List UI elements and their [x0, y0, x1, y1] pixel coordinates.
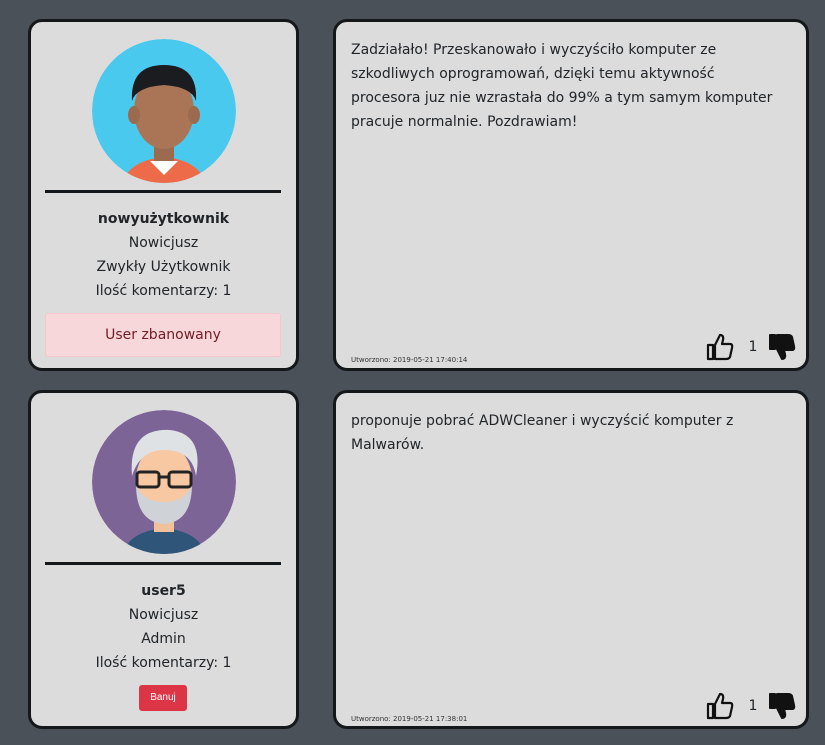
vote-count: 1 — [748, 698, 758, 714]
thumbs-up-icon[interactable] — [705, 332, 735, 362]
user-rank: Nowicjusz — [128, 607, 199, 623]
username: user5 — [141, 583, 186, 599]
comment-card: Zadziałało! Przeskanowało i wyczyściło k… — [333, 19, 809, 371]
divider — [45, 190, 281, 193]
user-card: user5 Nowicjusz Admin Ilość komentarzy: … — [28, 390, 299, 729]
user-rank: Nowicjusz — [128, 235, 199, 251]
divider — [45, 562, 281, 565]
comment-count: Ilość komentarzy: 1 — [95, 655, 232, 671]
user-role: Zwykły Użytkownik — [96, 259, 231, 275]
user-info: nowyużytkownik Nowicjusz Zwykły Użytkown… — [31, 207, 296, 303]
comment-count: Ilość komentarzy: 1 — [95, 283, 232, 299]
created-timestamp: Utworzono: 2019-05-21 17:38:01 — [351, 715, 468, 723]
vote-count: 1 — [748, 339, 758, 355]
ban-button[interactable]: Banuj — [139, 685, 187, 711]
thumbs-down-icon[interactable] — [767, 691, 797, 721]
username: nowyużytkownik — [97, 211, 230, 227]
comment-text: proponuje pobrać ADWCleaner i wyczyścić … — [351, 413, 734, 453]
comment-text: Zadziałało! Przeskanowało i wyczyściło k… — [351, 42, 773, 130]
user-role: Admin — [141, 631, 186, 647]
user-avatar — [92, 410, 236, 554]
old-man-glasses-avatar-icon — [92, 410, 236, 554]
user-info: user5 Nowicjusz Admin Ilość komentarzy: … — [31, 579, 296, 675]
user-avatar — [92, 39, 236, 183]
created-timestamp: Utworzono: 2019-05-21 17:40:14 — [351, 356, 468, 364]
user-card: nowyużytkownik Nowicjusz Zwykły Użytkown… — [28, 19, 299, 371]
comment-card: proponuje pobrać ADWCleaner i wyczyścić … — [333, 390, 809, 729]
thumbs-up-icon[interactable] — [705, 691, 735, 721]
banned-status-alert: User zbanowany — [45, 313, 281, 357]
thumbs-down-icon[interactable] — [767, 332, 797, 362]
young-man-avatar-icon — [92, 39, 236, 183]
